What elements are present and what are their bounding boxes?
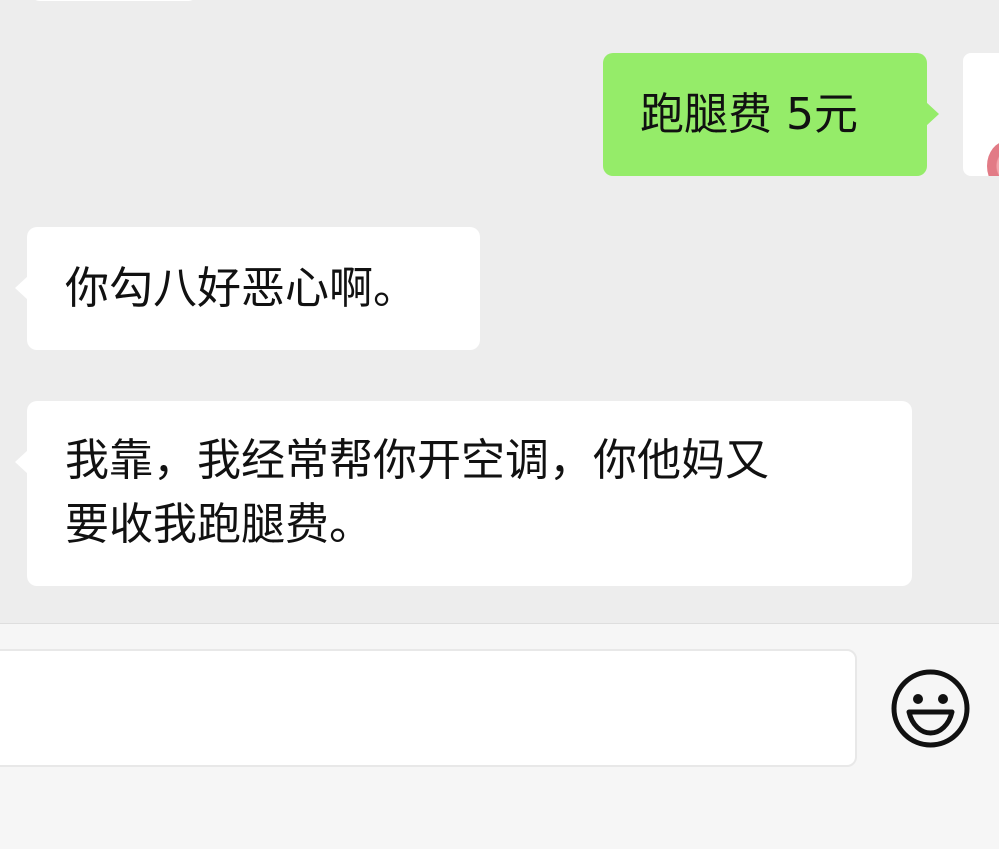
message-list[interactable]: 跑腿费 5元 你勾八好恶心啊。 我靠，我经常帮你开空调，你他妈又 要收我跑腿费。 — [0, 0, 999, 623]
outgoing-message-bubble[interactable]: 跑腿费 5元 — [603, 53, 939, 176]
incoming-message-bubble[interactable]: 我靠，我经常帮你开空调，你他妈又 要收我跑腿费。 — [15, 401, 912, 586]
incoming-message-bubble[interactable]: 你勾八好恶心啊。 — [15, 227, 480, 350]
avatar-icon — [987, 141, 999, 176]
chat-screen: 跑腿费 5元 你勾八好恶心啊。 我靠，我经常帮你开空调，你他妈又 要收我跑腿费。 — [0, 0, 999, 849]
message-input[interactable] — [0, 649, 857, 767]
previous-message-bubble[interactable] — [30, 0, 198, 1]
emoji-button[interactable] — [889, 667, 972, 750]
smiley-icon — [891, 669, 970, 748]
message-input-bar — [0, 623, 999, 849]
user-avatar[interactable] — [963, 53, 999, 176]
